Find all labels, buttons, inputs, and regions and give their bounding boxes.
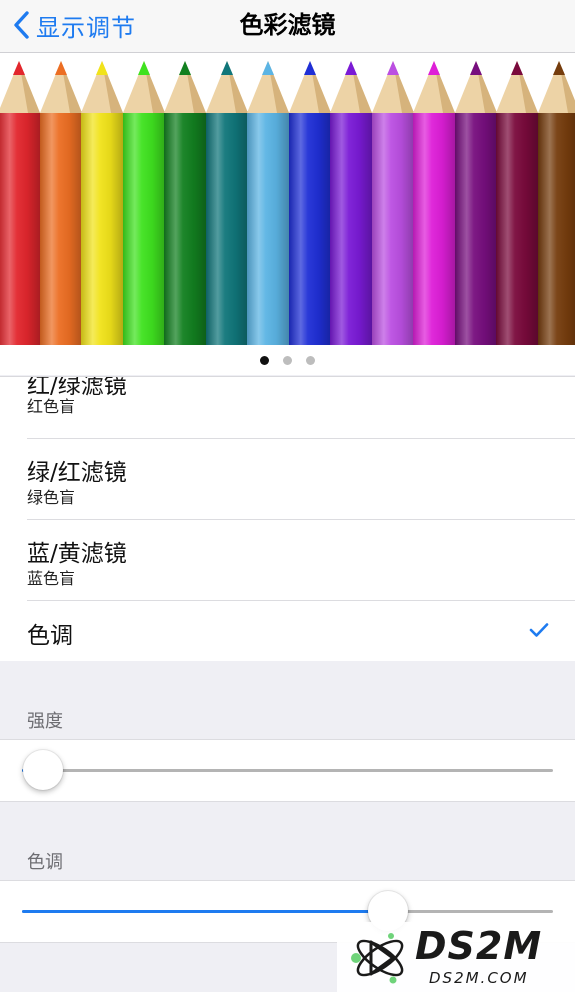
hue-slider-track[interactable] [22,891,553,931]
pencil-tip [454,61,497,113]
hue-slider-fill [22,910,389,913]
filter-row-green-red[interactable]: 绿/红滤镜 绿色盲 [0,439,575,520]
page-dot[interactable] [283,355,292,365]
pencil [0,53,40,345]
atom-logo-icon [351,933,404,984]
pencil-tip [164,61,206,113]
checkmark-icon [529,623,549,637]
page-indicator[interactable] [0,345,575,375]
page-dot[interactable] [260,355,269,365]
pencil [454,53,497,345]
filter-row-blue-yellow[interactable]: 蓝/黄滤镜 蓝色盲 [0,520,575,601]
filter-title: 蓝/黄滤镜 [27,541,127,567]
filter-subtitle: 蓝色盲 [27,569,76,588]
color-pencils-image[interactable] [0,53,575,345]
navigation-bar: 显示调节 色彩滤镜 [0,0,575,53]
watermark-sub-text: DS2M.COM [429,969,529,987]
pencil [371,53,414,345]
filter-subtitle: 绿色盲 [27,488,76,507]
pencil-tip [413,61,455,113]
pencil-tip [330,61,372,113]
pencil-body [496,113,538,345]
pencil-body [454,113,497,345]
pencil-tip [371,61,414,113]
pencil [496,53,538,345]
pencil [81,53,123,345]
filter-title: 绿/红滤镜 [27,460,127,486]
pencil-tip [0,61,40,113]
pencil-body [537,113,575,345]
pencil-tip [288,61,331,113]
pencil-body [39,113,82,345]
pencil [537,53,575,345]
pencil [39,53,82,345]
pencil [413,53,455,345]
pencil-body [122,113,165,345]
pencil-tip [537,61,575,113]
pencil [164,53,206,345]
watermark: DS2M DS2M.COM [337,922,575,992]
pencil-body [81,113,123,345]
pencil [247,53,289,345]
watermark-main-text: DS2M [415,924,543,968]
pencil-body [330,113,372,345]
pencil-body [247,113,289,345]
pencil [330,53,372,345]
intensity-section-label: 强度 [27,711,63,732]
filter-row-red-green[interactable]: 红/绿滤镜 红色盲 [0,377,575,439]
pencil-body [164,113,206,345]
pencil [205,53,248,345]
filter-list: 红/绿滤镜 红色盲 绿/红滤镜 绿色盲 蓝/黄滤镜 蓝色盲 色调 [0,376,575,661]
pencil-tip [122,61,165,113]
intensity-slider-cell [0,739,575,802]
filter-title: 色调 [27,623,73,649]
pencil-tip [496,61,538,113]
filter-subtitle: 红色盲 [27,397,76,416]
pencil-body [288,113,331,345]
hue-section-label: 色调 [27,852,63,873]
page-title: 色彩滤镜 [239,11,336,39]
page-dot[interactable] [306,355,315,365]
pencil-body [0,113,40,345]
filter-row-hue[interactable]: 色调 [0,601,575,661]
intensity-slider-thumb[interactable] [23,750,64,790]
pencil [122,53,165,345]
pencil-tip [81,61,123,113]
pencil-tip [205,61,248,113]
pencil-tip [247,61,289,113]
pencil-body [205,113,248,345]
pencil-tip [39,61,82,113]
pencil-body [413,113,455,345]
intensity-slider-track[interactable] [22,750,553,790]
pencil [288,53,331,345]
pencil-body [371,113,414,345]
